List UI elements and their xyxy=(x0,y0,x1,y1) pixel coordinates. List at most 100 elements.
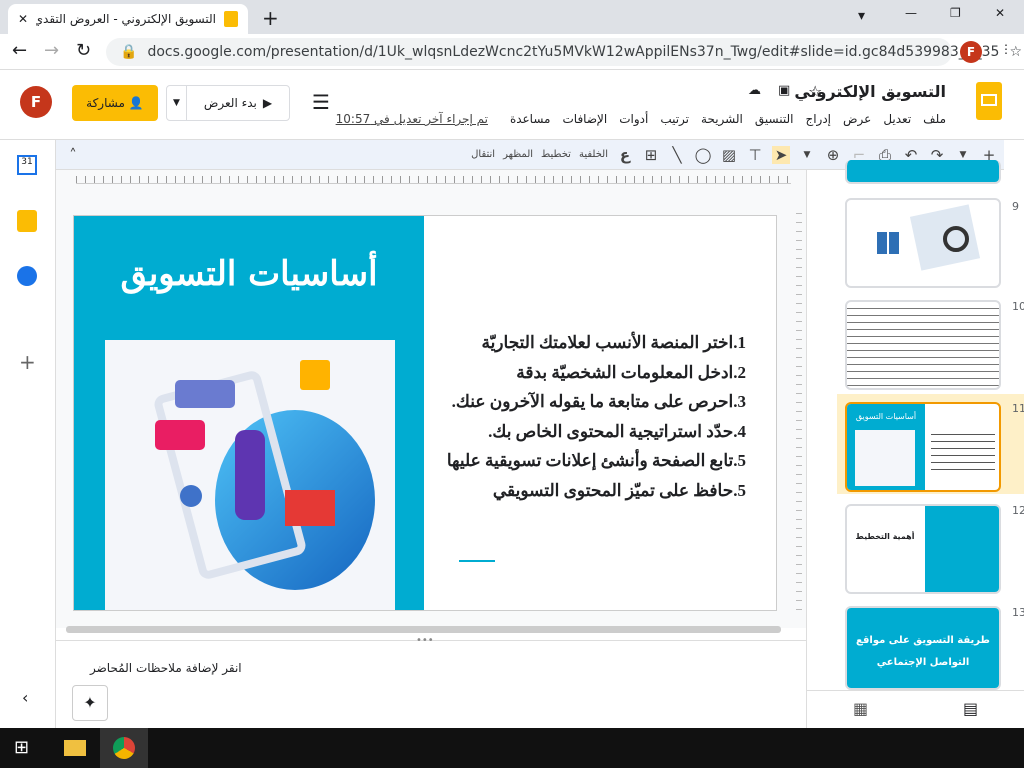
cloud-status-icon[interactable]: ☁ xyxy=(748,83,761,98)
move-folder-icon[interactable]: ▣ xyxy=(778,83,790,98)
comment-add-icon[interactable]: ⊞ xyxy=(642,146,660,164)
back-icon[interactable]: ← xyxy=(12,40,27,61)
menu-slide[interactable]: الشريحة xyxy=(701,112,743,126)
reload-icon[interactable]: ↻ xyxy=(76,40,91,61)
thumbnail-8[interactable] xyxy=(845,160,1001,184)
menu-view[interactable]: عرض xyxy=(843,112,871,126)
present-dropdown-icon[interactable]: ▼ xyxy=(167,86,187,120)
grid-view-icon[interactable]: ▦ xyxy=(853,699,868,718)
keep-icon[interactable] xyxy=(17,210,37,232)
transition-button[interactable]: انتقال xyxy=(471,149,495,160)
select-icon[interactable]: ➤ xyxy=(772,145,790,164)
collapse-toolbar-icon[interactable]: ˄ xyxy=(64,146,82,164)
browser-menu-icon[interactable]: ⋮ xyxy=(1000,42,1012,56)
thumbnail-13[interactable]: طريقة التسويق على مواقع التواصل الإجتماع… xyxy=(845,606,1001,690)
explore-icon[interactable]: ✦ xyxy=(72,685,108,721)
image-icon[interactable]: ▨ xyxy=(720,146,738,164)
menu-tools[interactable]: أدوات xyxy=(619,112,648,126)
share-label: مشاركة xyxy=(86,96,125,110)
view-switcher: ▦ ▤ xyxy=(807,690,1024,728)
thumbnail-11[interactable]: أساسيات التسويق xyxy=(845,402,1001,492)
list-item: 5.حافظ على تميّز المحتوى التسويقي xyxy=(492,480,746,500)
slide-thumbnails: 9 10 11 أساسيات التسويق 12 أهمية التخطيط… xyxy=(806,160,1024,728)
side-panel: 31 + ‹ xyxy=(0,140,56,728)
file-explorer-icon[interactable] xyxy=(64,740,86,756)
address-bar-row: ← → ↻ 🔒 docs.google.com/presentation/d/1… xyxy=(0,34,1024,70)
restore-icon[interactable]: ❐ xyxy=(950,6,961,20)
list-item: 1.اختر المنصة الأنسب لعلامتك التجاريّة xyxy=(481,333,746,352)
theme-button[interactable]: المظهر xyxy=(503,149,533,160)
close-tab-icon[interactable]: ✕ xyxy=(18,12,28,26)
lock-icon: 🔒 xyxy=(120,44,138,60)
chrome-taskbar-button[interactable] xyxy=(100,728,148,768)
list-item: 3.احرص على متابعة ما يقوله الآخرون عنك. xyxy=(451,392,746,411)
notes-placeholder[interactable]: انقر لإضافة ملاحظات المُحاضر xyxy=(90,661,242,675)
filmstrip-view-icon[interactable]: ▤ xyxy=(963,699,978,718)
resize-handle[interactable]: ••• xyxy=(416,635,434,646)
person-icon: 👤 xyxy=(128,96,144,110)
menu-addons[interactable]: الإضافات xyxy=(562,112,607,126)
docs-header: F مشاركة 👤 ▼ بدء العرض ▶ ☰ التسويق الإلكتر… xyxy=(0,70,1024,140)
menu-arrange[interactable]: ترتيب xyxy=(660,112,689,126)
url-input[interactable]: 🔒 docs.google.com/presentation/d/1Uk_wlq… xyxy=(106,38,1022,66)
start-present-button[interactable]: بدء العرض ▶ xyxy=(187,86,289,120)
thumbnail-10[interactable] xyxy=(845,300,1001,390)
windows-taskbar: ⊞ xyxy=(0,728,1024,768)
background-button[interactable]: الخلفية xyxy=(579,149,608,160)
menu-edit[interactable]: تعديل xyxy=(883,112,911,126)
url-text: docs.google.com/presentation/d/1Uk_wlqsn… xyxy=(147,44,1000,60)
menu-help[interactable]: مساعدة xyxy=(510,112,551,126)
slides-logo-icon[interactable] xyxy=(976,82,1002,120)
new-slide-dropdown-icon[interactable]: ▼ xyxy=(954,150,972,160)
shape-icon[interactable]: ◯ xyxy=(694,146,712,164)
menu-insert[interactable]: إدراج xyxy=(805,112,831,126)
input-tools-icon[interactable]: ع xyxy=(616,146,634,164)
horizontal-scrollbar[interactable] xyxy=(66,626,781,633)
tab-title: التسويق الإلكتروني - العروض التقدي xyxy=(36,12,216,26)
play-icon: ▶ xyxy=(262,96,273,110)
menu-file[interactable]: ملف xyxy=(923,112,946,126)
decorative-line xyxy=(459,560,495,562)
present-button-group: ▼ بدء العرض ▶ xyxy=(166,85,290,121)
star-icon[interactable]: ☆ xyxy=(808,82,822,101)
thumbnail-number: 10 xyxy=(1012,300,1024,313)
thumbnail-9[interactable] xyxy=(845,198,1001,288)
list-item: 4.حدّد استراتيجية المحتوى الخاص بك. xyxy=(488,421,746,441)
close-window-icon[interactable]: ✕ xyxy=(995,6,1005,20)
forward-icon[interactable]: → xyxy=(44,40,59,61)
zoom-dropdown-icon[interactable]: ▼ xyxy=(798,150,816,160)
menu-format[interactable]: التنسيق xyxy=(755,112,794,126)
tab-search-icon[interactable]: ▾ xyxy=(858,8,865,24)
user-avatar[interactable]: F xyxy=(20,86,52,118)
social-media-illustration[interactable] xyxy=(105,340,395,610)
slide-bullet-list[interactable]: 1.اختر المنصة الأنسب لعلامتك التجاريّة 2… xyxy=(416,328,746,505)
calendar-icon[interactable]: 31 xyxy=(17,155,37,175)
browser-tab[interactable]: ✕ التسويق الإلكتروني - العروض التقدي xyxy=(8,4,248,34)
speaker-notes[interactable]: ••• انقر لإضافة ملاحظات المُحاضر ✦ xyxy=(56,635,806,728)
tasks-icon[interactable] xyxy=(17,266,37,286)
slide-title[interactable]: أساسيات التسويق xyxy=(74,254,424,294)
collapse-panel-icon[interactable]: ‹ xyxy=(22,688,28,707)
zoom-icon[interactable]: ⊕ xyxy=(824,146,842,164)
thumbnail-number: 9 xyxy=(1012,200,1019,213)
share-button[interactable]: مشاركة 👤 xyxy=(72,85,158,121)
browser-tab-bar: ✕ التسويق الإلكتروني - العروض التقدي + ▾… xyxy=(0,0,1024,34)
line-icon[interactable]: ╲ xyxy=(668,146,686,164)
comments-icon[interactable]: ☰ xyxy=(312,90,330,114)
list-item: 5.تابع الصفحة وأنشئ إعلانات تسويقية عليه… xyxy=(446,451,746,470)
layout-button[interactable]: تخطيط xyxy=(541,149,571,160)
horizontal-ruler xyxy=(76,176,791,184)
last-edit-link[interactable]: تم إجراء آخر تعديل في 10:57 xyxy=(336,112,488,126)
profile-avatar[interactable]: F xyxy=(960,41,982,63)
thumbnail-title: طريقة التسويق على مواقع التواصل الإجتماع… xyxy=(847,608,999,688)
thumbnail-number: 12 xyxy=(1012,504,1024,517)
add-addon-icon[interactable]: + xyxy=(19,350,36,374)
slide[interactable]: أساسيات التسويق 1.اختر المنصة الأنسب لعل… xyxy=(74,216,776,610)
list-item: 2.ادخل المعلومات الشخصيّة بدقة xyxy=(516,362,746,382)
slides-favicon-icon xyxy=(224,11,238,27)
minimize-icon[interactable]: — xyxy=(905,6,917,20)
thumbnail-12[interactable]: أهمية التخطيط xyxy=(845,504,1001,594)
text-box-icon[interactable]: ⊤ xyxy=(746,146,764,164)
windows-start-icon[interactable]: ⊞ xyxy=(14,737,29,758)
new-tab-icon[interactable]: + xyxy=(262,6,279,30)
